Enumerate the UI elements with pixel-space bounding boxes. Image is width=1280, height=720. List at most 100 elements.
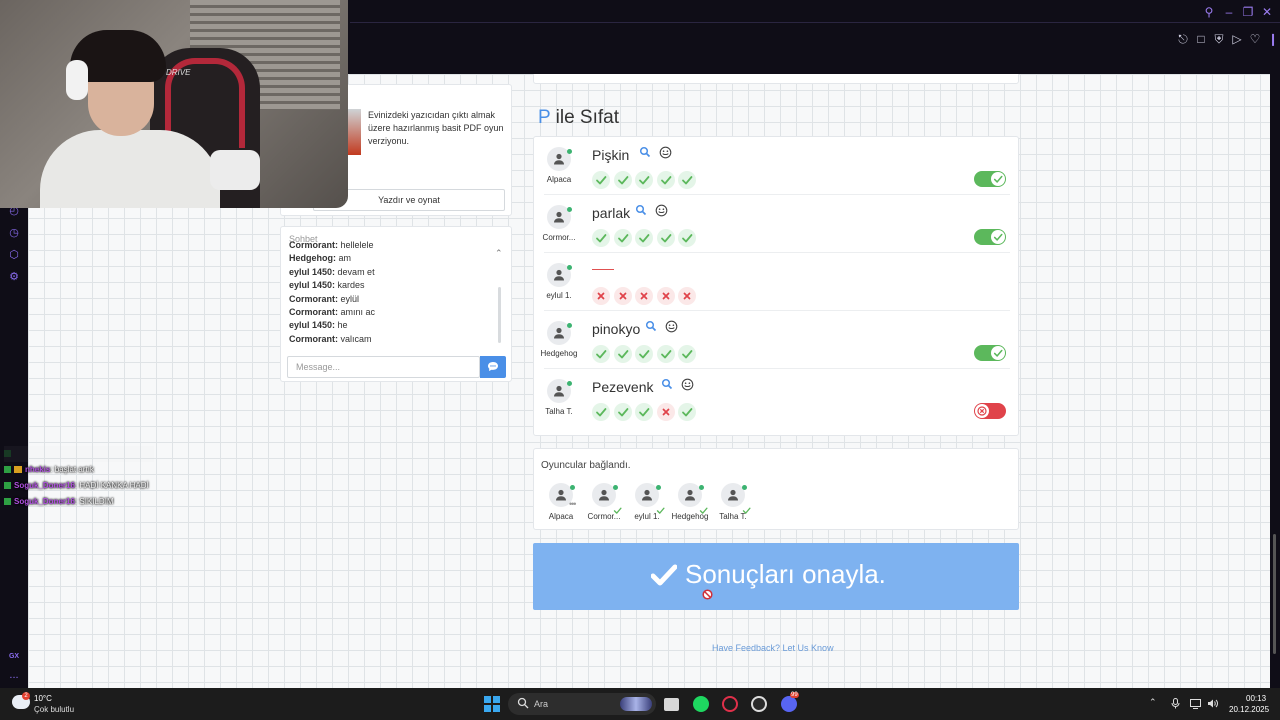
opera-gx-icon[interactable] <box>722 696 738 712</box>
emoji-icon[interactable] <box>681 378 694 391</box>
display-icon[interactable] <box>1190 698 1201 709</box>
search-icon[interactable] <box>639 146 651 158</box>
emoji-icon[interactable] <box>665 320 678 333</box>
vote-approve <box>613 403 632 421</box>
chat-message-text: kardes <box>337 280 365 291</box>
clock-icon[interactable]: ◷ <box>7 226 21 240</box>
player-name: Hedgehog <box>540 349 578 358</box>
vote-approve <box>635 229 653 247</box>
vote-reject <box>613 287 632 305</box>
settings-icon[interactable]: ⚙ <box>7 270 21 284</box>
close-icon[interactable]: ✕ <box>1260 5 1274 19</box>
screenshot-icon[interactable]: □ <box>1194 32 1208 46</box>
player-name: eylul 1. <box>634 512 660 521</box>
check-icon <box>596 234 607 243</box>
sidebar-toggle-icon[interactable]: ❙ <box>1266 32 1280 46</box>
vote-approve <box>635 403 653 421</box>
speaker-icon[interactable] <box>1207 698 1218 709</box>
typing-indicator: ••• <box>569 499 577 509</box>
send-message-button[interactable] <box>480 356 506 378</box>
chevron-up-icon[interactable]: ⌃ <box>495 248 503 259</box>
overlay-chat-text: : HADİ KANKA HADİ <box>74 481 149 490</box>
chevron-up-icon[interactable]: ⌃ <box>1149 697 1157 708</box>
shield-icon[interactable]: ⛨ <box>1212 32 1226 46</box>
vote-approve <box>635 171 653 189</box>
player-name: Alpaca <box>546 175 572 184</box>
players-card: Oyuncular bağlandı. ••• Alpaca Cormor... ey… <box>533 448 1019 530</box>
spotify-icon[interactable] <box>693 696 709 712</box>
cross-icon <box>640 292 648 300</box>
check-icon <box>596 176 607 185</box>
file-explorer-icon[interactable] <box>664 698 679 711</box>
search-icon[interactable]: ⚲ <box>1202 5 1216 19</box>
discord-badge: 99 <box>790 692 799 698</box>
approve-toggle[interactable] <box>974 171 1006 187</box>
online-indicator <box>567 265 572 270</box>
vote-approve <box>656 171 675 189</box>
answer-row: eylul 1. <box>544 253 1010 311</box>
more-icon[interactable]: ... <box>7 668 21 682</box>
start-button[interactable] <box>484 696 500 712</box>
answer-row: Talha T. Pezevenk <box>544 369 1010 427</box>
message-input[interactable]: Message... <box>287 356 480 378</box>
pinboard-icon[interactable]: ⬡ <box>7 248 21 262</box>
vote-approve <box>635 345 653 363</box>
clock-date[interactable]: 20.12.2025 <box>1229 705 1269 714</box>
search-label: Ara <box>534 699 549 709</box>
feedback-link[interactable]: Have Feedback? Let Us Know <box>712 643 834 653</box>
emoji-icon[interactable] <box>655 204 668 217</box>
search-icon[interactable] <box>645 320 657 332</box>
chat-message-user: eylul 1450: <box>289 320 336 331</box>
page-scrollbar[interactable] <box>1270 74 1280 688</box>
overlay-chat-user: Soguk_Doner16 <box>14 497 75 506</box>
approve-toggle[interactable] <box>974 403 1006 419</box>
vote-approve <box>592 171 610 189</box>
minimize-icon[interactable]: – <box>1222 5 1236 19</box>
restore-icon[interactable]: ❐ <box>1241 5 1255 19</box>
previous-answers-card <box>533 74 1019 84</box>
weather-description[interactable]: Çok bulutlu <box>34 705 74 714</box>
weather-temperature[interactable]: 10°C <box>34 694 52 703</box>
vote-reject <box>635 287 653 305</box>
online-indicator <box>567 381 572 386</box>
confirm-results-button[interactable]: Sonuçları onayla. <box>533 543 1019 610</box>
search-icon[interactable] <box>635 204 647 216</box>
check-icon <box>660 176 671 185</box>
search-icon[interactable] <box>661 378 673 390</box>
cross-icon <box>662 292 669 300</box>
user-icon <box>728 489 738 501</box>
pin-icon[interactable]: ⎋ <box>1176 32 1190 46</box>
approve-toggle[interactable] <box>974 345 1006 361</box>
user-icon <box>642 489 652 501</box>
chat-message-user: Cormorant: <box>289 333 338 342</box>
emoji-icon[interactable] <box>659 146 672 159</box>
clock-time[interactable]: 00:13 <box>1246 694 1266 703</box>
check-icon <box>660 350 671 359</box>
discord-icon[interactable] <box>781 696 797 712</box>
windows-taskbar: 2 10°C Çok bulutlu Ara 99 ⌃ 00:13 20.12.… <box>0 688 1280 720</box>
chat-log[interactable]: Cormorant: hellelele Hedgehog: am eylul 14… <box>289 239 499 342</box>
chat-message-user: Cormorant: <box>289 240 338 250</box>
overlay-chat-line: nhekis: başlat artık <box>4 462 154 478</box>
user-icon <box>554 153 564 165</box>
play-icon[interactable]: ▷ <box>1230 32 1244 46</box>
subscriber-badge-icon <box>4 450 11 457</box>
vote-approve <box>656 345 675 363</box>
heart-icon[interactable]: ♡ <box>1248 32 1262 46</box>
user-icon <box>685 489 695 501</box>
chat-message-user: Cormorant: <box>289 306 338 317</box>
check-icon <box>682 408 693 417</box>
player-name: Hedgehog <box>671 512 709 521</box>
gx-label[interactable]: GX <box>7 650 21 664</box>
online-indicator <box>656 485 661 490</box>
check-icon <box>682 176 693 185</box>
check-icon <box>993 349 1003 357</box>
connected-player: Talha T. <box>711 481 755 525</box>
approve-toggle[interactable] <box>974 229 1006 245</box>
steam-icon[interactable] <box>751 696 767 712</box>
taskbar-search[interactable]: Ara <box>508 693 656 715</box>
vote-approve <box>592 345 610 363</box>
microphone-icon[interactable] <box>1170 698 1181 709</box>
chat-scrollbar[interactable] <box>498 287 501 343</box>
chat-message-user: Hedgehog: <box>289 253 336 264</box>
